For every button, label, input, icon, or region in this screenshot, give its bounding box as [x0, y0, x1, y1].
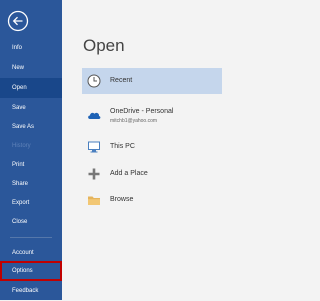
location-this-pc[interactable]: This PC — [82, 137, 222, 163]
back-arrow-icon[interactable] — [7, 10, 29, 32]
location-label: This PC — [110, 143, 135, 150]
nav-export[interactable]: Export — [0, 193, 62, 213]
open-panel: Open Recent OneDrive - Personal mitchb1@… — [62, 0, 222, 300]
clock-icon — [87, 74, 101, 88]
location-add-place[interactable]: Add a Place — [82, 164, 222, 190]
backstage-sidebar: Info New Open Save Save As History Print… — [0, 0, 62, 300]
nav-account[interactable]: Account — [0, 243, 62, 263]
nav-close[interactable]: Close — [0, 212, 62, 232]
page-title: Open — [83, 36, 125, 55]
sidebar-divider — [10, 237, 52, 238]
nav-feedback[interactable]: Feedback — [0, 281, 62, 301]
location-browse[interactable]: Browse — [82, 191, 222, 217]
account-email: mitchb1@yahoo.com — [110, 118, 158, 124]
location-label: Add a Place — [110, 170, 148, 177]
nav-save-as[interactable]: Save As — [0, 117, 62, 137]
nav-share[interactable]: Share — [0, 174, 62, 194]
location-recent[interactable]: Recent — [82, 68, 222, 94]
location-label: Browse — [110, 196, 134, 203]
location-onedrive[interactable]: OneDrive - Personal mitchb1@yahoo.com — [82, 104, 222, 130]
nav-save[interactable]: Save — [0, 98, 62, 118]
location-label: Recent — [110, 77, 133, 84]
nav-print[interactable]: Print — [0, 155, 62, 175]
nav-new[interactable]: New — [0, 58, 62, 78]
location-label: OneDrive - Personal — [110, 108, 174, 115]
cloud-icon — [87, 108, 101, 122]
plus-icon — [87, 167, 101, 181]
nav-open[interactable]: Open — [0, 78, 62, 98]
nav-history: History — [12, 143, 31, 149]
computer-icon — [87, 140, 101, 154]
folder-icon — [87, 193, 101, 207]
nav-options[interactable]: Options — [0, 261, 62, 281]
nav-info[interactable]: Info — [0, 38, 62, 58]
